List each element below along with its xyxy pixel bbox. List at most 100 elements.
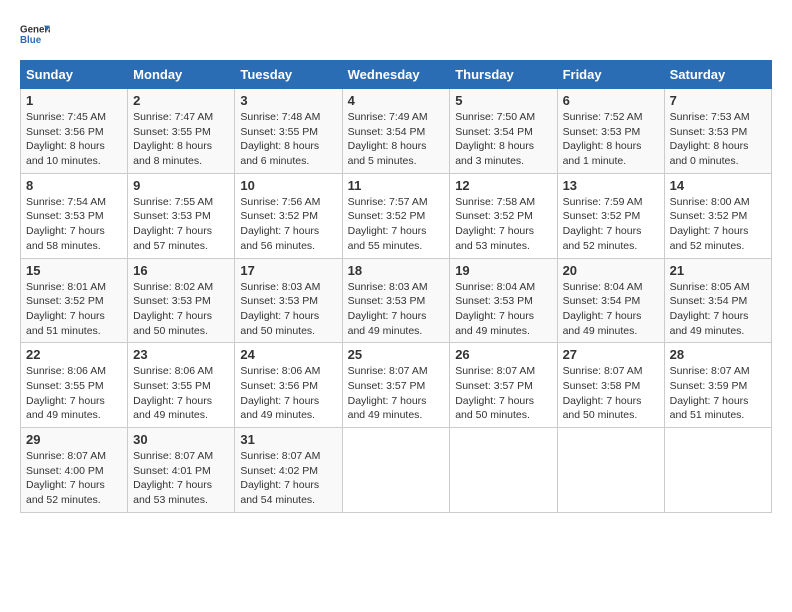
daylight-text: Daylight: 7 hours and 52 minutes.: [563, 225, 642, 252]
sunrise-text: Sunrise: 8:02 AM: [133, 281, 213, 293]
day-number: 1: [26, 93, 122, 108]
sunset-text: Sunset: 3:55 PM: [240, 126, 318, 138]
day-info: Sunrise: 7:54 AMSunset: 3:53 PMDaylight:…: [26, 195, 122, 254]
day-info: Sunrise: 7:47 AMSunset: 3:55 PMDaylight:…: [133, 110, 229, 169]
day-number: 25: [348, 347, 445, 362]
calendar-cell: 18Sunrise: 8:03 AMSunset: 3:53 PMDayligh…: [342, 258, 450, 343]
daylight-text: Daylight: 7 hours and 56 minutes.: [240, 225, 319, 252]
sunrise-text: Sunrise: 8:07 AM: [133, 450, 213, 462]
column-header-tuesday: Tuesday: [235, 61, 342, 89]
day-info: Sunrise: 8:06 AMSunset: 3:55 PMDaylight:…: [133, 364, 229, 423]
calendar-cell: 3Sunrise: 7:48 AMSunset: 3:55 PMDaylight…: [235, 89, 342, 174]
calendar-cell: 24 Sunrise: 8:06 AMSunset: 3:56 PMDayligh…: [235, 343, 342, 428]
calendar-cell: 5 Sunrise: 7:50 AM Sunset: 3:54 PM Daylight…: [450, 89, 557, 174]
daylight-text: Daylight: 7 hours and 57 minutes.: [133, 225, 212, 252]
sunrise-text: Sunrise: 7:49 AM: [348, 111, 428, 123]
day-number: 12: [455, 178, 551, 193]
daylight-text: Daylight: 7 hours and 50 minutes.: [240, 310, 319, 337]
day-number: 5: [455, 93, 551, 108]
daylight-text: Daylight: 7 hours and 52 minutes.: [670, 225, 749, 252]
calendar: SundayMondayTuesdayWednesdayThursdayFrid…: [20, 60, 772, 513]
day-number: 7: [670, 93, 766, 108]
sunrise-text: Sunrise: 8:06 AM: [26, 365, 106, 377]
daylight-text: Daylight: 7 hours and 49 minutes.: [348, 395, 427, 422]
calendar-cell: 13Sunrise: 7:59 AMSunset: 3:52 PMDayligh…: [557, 173, 664, 258]
sunset-text: Sunset: 3:53 PM: [563, 126, 641, 138]
sunset-text: Sunset: 3:53 PM: [348, 295, 426, 307]
calendar-cell: 29Sunrise: 8:07 AMSunset: 4:00 PMDayligh…: [21, 428, 128, 513]
sunrise-text: Sunrise: 7:55 AM: [133, 196, 213, 208]
day-number: 11: [348, 178, 445, 193]
day-number: 13: [563, 178, 659, 193]
calendar-cell: [450, 428, 557, 513]
sunrise-text: Sunrise: 7:48 AM: [240, 111, 320, 123]
day-info: Sunrise: 8:07 AMSunset: 4:00 PMDaylight:…: [26, 449, 122, 508]
daylight-text: Daylight: 8 hours and 3 minutes.: [455, 140, 534, 167]
sunrise-text: Sunrise: 8:03 AM: [348, 281, 428, 293]
sunrise-text: Sunrise: 8:06 AM: [240, 365, 320, 377]
sunrise-text: Sunrise: 8:03 AM: [240, 281, 320, 293]
day-info: Sunrise: 8:03 AM Sunset: 3:53 PM Daylight:…: [240, 280, 336, 339]
column-header-saturday: Saturday: [664, 61, 771, 89]
daylight-text: Daylight: 7 hours and 52 minutes.: [26, 479, 105, 506]
calendar-week-4: 22Sunrise: 8:06 AMSunset: 3:55 PMDayligh…: [21, 343, 772, 428]
calendar-cell: [342, 428, 450, 513]
day-info: Sunrise: 7:58 AMSunset: 3:52 PMDaylight:…: [455, 195, 551, 254]
day-info: Sunrise: 7:50 AM Sunset: 3:54 PM Daylight:…: [455, 110, 551, 169]
day-number: 30: [133, 432, 229, 447]
daylight-text: Daylight: 7 hours and 54 minutes.: [240, 479, 319, 506]
calendar-cell: 10Sunrise: 7:56 AMSunset: 3:52 PMDayligh…: [235, 173, 342, 258]
sunrise-text: Sunrise: 7:53 AM: [670, 111, 750, 123]
day-number: 9: [133, 178, 229, 193]
calendar-cell: 16Sunrise: 8:02 AMSunset: 3:53 PMDayligh…: [128, 258, 235, 343]
calendar-cell: 26Sunrise: 8:07 AMSunset: 3:57 PMDayligh…: [450, 343, 557, 428]
sunrise-text: Sunrise: 7:58 AM: [455, 196, 535, 208]
sunset-text: Sunset: 3:54 PM: [455, 126, 533, 138]
day-info: Sunrise: 8:07 AMSunset: 3:57 PMDaylight:…: [348, 364, 445, 423]
sunrise-text: Sunrise: 7:50 AM: [455, 111, 535, 123]
day-number: 2: [133, 93, 229, 108]
daylight-text: Daylight: 8 hours and 8 minutes.: [133, 140, 212, 167]
calendar-cell: 30Sunrise: 8:07 AMSunset: 4:01 PMDayligh…: [128, 428, 235, 513]
logo: General Blue: [20, 20, 50, 50]
day-number: 24: [240, 347, 336, 362]
day-info: Sunrise: 8:04 AMSunset: 3:53 PMDaylight:…: [455, 280, 551, 339]
calendar-cell: 9 Sunrise: 7:55 AMSunset: 3:53 PMDaylight…: [128, 173, 235, 258]
daylight-text: Daylight: 7 hours and 49 minutes.: [133, 395, 212, 422]
daylight-text: Daylight: 7 hours and 58 minutes.: [26, 225, 105, 252]
header: General Blue: [20, 20, 772, 50]
day-info: Sunrise: 8:02 AMSunset: 3:53 PMDaylight:…: [133, 280, 229, 339]
sunset-text: Sunset: 3:53 PM: [133, 295, 211, 307]
sunrise-text: Sunrise: 7:54 AM: [26, 196, 106, 208]
day-info: Sunrise: 8:04 AMSunset: 3:54 PMDaylight:…: [563, 280, 659, 339]
day-number: 6: [563, 93, 659, 108]
sunrise-text: Sunrise: 8:07 AM: [26, 450, 106, 462]
sunset-text: Sunset: 3:59 PM: [670, 380, 748, 392]
day-info: Sunrise: 8:06 AMSunset: 3:56 PMDaylight:…: [240, 364, 336, 423]
calendar-cell: [664, 428, 771, 513]
sunset-text: Sunset: 3:53 PM: [240, 295, 318, 307]
daylight-text: Daylight: 7 hours and 49 minutes.: [563, 310, 642, 337]
sunrise-text: Sunrise: 7:52 AM: [563, 111, 643, 123]
sunset-text: Sunset: 3:53 PM: [670, 126, 748, 138]
day-number: 15: [26, 263, 122, 278]
day-info: Sunrise: 8:07 AMSunset: 4:02 PMDaylight:…: [240, 449, 336, 508]
day-info: Sunrise: 7:55 AMSunset: 3:53 PMDaylight:…: [133, 195, 229, 254]
daylight-text: Daylight: 7 hours and 51 minutes.: [26, 310, 105, 337]
day-info: Sunrise: 8:07 AMSunset: 3:57 PMDaylight:…: [455, 364, 551, 423]
day-info: Sunrise: 8:05 AMSunset: 3:54 PMDaylight:…: [670, 280, 766, 339]
calendar-week-5: 29Sunrise: 8:07 AMSunset: 4:00 PMDayligh…: [21, 428, 772, 513]
day-number: 31: [240, 432, 336, 447]
daylight-text: Daylight: 7 hours and 51 minutes.: [670, 395, 749, 422]
sunset-text: Sunset: 3:52 PM: [670, 210, 748, 222]
calendar-week-1: 1Sunrise: 7:45 AMSunset: 3:56 PMDaylight…: [21, 89, 772, 174]
daylight-text: Daylight: 8 hours and 10 minutes.: [26, 140, 105, 167]
calendar-cell: 17 Sunrise: 8:03 AM Sunset: 3:53 PM Dayligh…: [235, 258, 342, 343]
day-number: 10: [240, 178, 336, 193]
calendar-cell: 4Sunrise: 7:49 AMSunset: 3:54 PMDaylight…: [342, 89, 450, 174]
sunset-text: Sunset: 3:52 PM: [240, 210, 318, 222]
sunset-text: Sunset: 3:53 PM: [455, 295, 533, 307]
sunrise-text: Sunrise: 7:59 AM: [563, 196, 643, 208]
day-number: 17: [240, 263, 336, 278]
daylight-text: Daylight: 7 hours and 49 minutes.: [240, 395, 319, 422]
